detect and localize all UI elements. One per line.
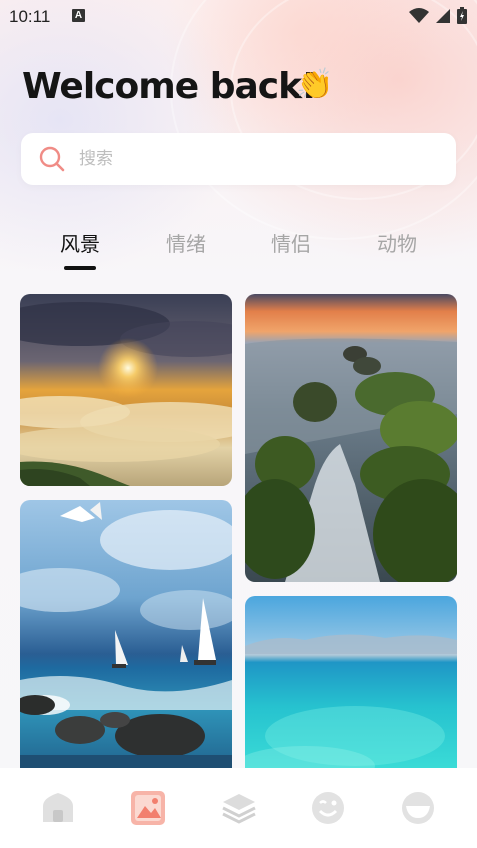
tab-landscape[interactable]: 风景 <box>45 228 115 257</box>
status-icons <box>409 7 467 24</box>
sailboats-image <box>20 500 232 780</box>
nav-smile[interactable] <box>398 788 438 828</box>
nav-layers[interactable] <box>219 788 259 828</box>
tab-couple[interactable]: 情侣 <box>256 228 326 257</box>
wink-face-icon <box>312 792 344 824</box>
signal-icon <box>436 8 450 23</box>
status-time: 10:11 <box>9 7 51 26</box>
page-title: Welcome back! <box>22 66 317 107</box>
smile-face-icon <box>402 792 434 824</box>
active-tab-indicator <box>64 266 96 270</box>
status-bar: 10:11 A <box>0 0 477 32</box>
search-input[interactable] <box>79 141 439 177</box>
gallery-card-seashore-rocks[interactable] <box>245 294 457 582</box>
gallery-card-turquoise-sea[interactable] <box>245 596 457 780</box>
clapping-hands-icon: 👏 <box>296 68 334 101</box>
seashore-rocks-image <box>245 294 457 582</box>
nav-wink[interactable] <box>308 788 348 828</box>
gallery-icon <box>131 791 165 825</box>
gallery-card-sailboats[interactable] <box>20 500 232 780</box>
battery-icon <box>457 7 467 24</box>
sunset-clouds-image <box>20 294 232 486</box>
app-screen: 10:11 A Welcome back! 👏 风景 情绪 情侣 动物 <box>0 0 477 848</box>
notification-icon: A <box>72 9 85 22</box>
wifi-icon <box>409 7 429 23</box>
bottom-navigation <box>0 768 477 848</box>
tab-animals[interactable]: 动物 <box>362 228 432 257</box>
nav-gallery[interactable] <box>128 788 168 828</box>
turquoise-sea-image <box>245 596 457 780</box>
search-icon[interactable] <box>39 146 65 172</box>
tab-mood[interactable]: 情绪 <box>151 228 221 257</box>
home-icon <box>43 793 73 822</box>
category-tabs: 风景 情绪 情侣 动物 <box>0 228 477 278</box>
search-bar[interactable] <box>21 133 456 185</box>
layers-icon <box>222 794 256 824</box>
nav-home[interactable] <box>38 788 78 828</box>
gallery-card-sunset-clouds[interactable] <box>20 294 232 486</box>
